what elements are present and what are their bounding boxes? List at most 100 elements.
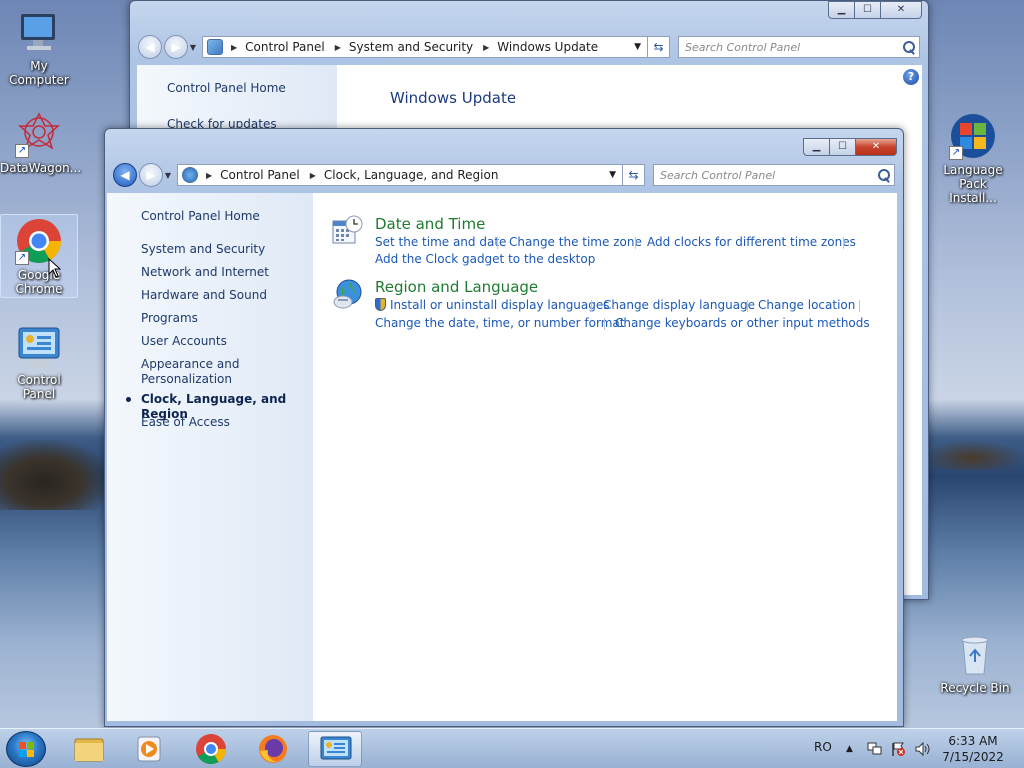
- left-pane: Control Panel Home System and Security N…: [107, 193, 313, 721]
- search-icon[interactable]: [902, 40, 915, 54]
- link-change-location[interactable]: Change location: [758, 298, 855, 312]
- link-set-time-date[interactable]: Set the time and date: [375, 235, 506, 249]
- search-input[interactable]: Search Control Panel: [653, 164, 895, 186]
- control-panel-icon: [320, 736, 352, 760]
- back-button[interactable]: ◀: [138, 35, 162, 59]
- taskbar-file-explorer[interactable]: [62, 731, 116, 767]
- forward-button[interactable]: ▶: [139, 163, 163, 187]
- link-separator: [635, 237, 636, 249]
- desktop-icon-google-chrome[interactable]: ↗ Google Chrome: [0, 214, 78, 298]
- uac-shield-icon: [375, 298, 386, 311]
- search-placeholder: Search Control Panel: [685, 40, 801, 54]
- desktop-icon-recycle-bin[interactable]: Recycle Bin: [936, 630, 1014, 695]
- address-dropdown-icon[interactable]: ▼: [627, 42, 647, 52]
- link-install-display-languages[interactable]: Install or uninstall display languages: [375, 298, 610, 312]
- window-content: Control Panel Home System and Security N…: [107, 193, 897, 721]
- start-button[interactable]: [6, 731, 46, 767]
- sidebar-item-hardware-sound[interactable]: Hardware and Sound: [141, 288, 267, 303]
- link-separator: [497, 237, 498, 249]
- window-controls: ▁ ☐ ✕: [828, 1, 922, 19]
- breadcrumb-separator: ▶: [231, 42, 238, 52]
- volume-icon[interactable]: [914, 741, 930, 757]
- clock-date: 7/15/2022: [942, 750, 1004, 764]
- media-player-icon: [137, 736, 161, 762]
- address-bar[interactable]: ▶ Control Panel ▶ Clock, Language, and R…: [177, 164, 623, 186]
- link-change-keyboards[interactable]: Change keyboards or other input methods: [615, 316, 870, 330]
- language-pack-icon: ↗: [949, 112, 997, 160]
- maximize-button[interactable]: ☐: [854, 1, 881, 19]
- action-center-icon[interactable]: [890, 741, 906, 757]
- refresh-button[interactable]: ⇆: [623, 164, 645, 186]
- navigation-bar: ◀ ▶ ▼ ▶ Control Panel ▶ Clock, Language,…: [113, 163, 895, 187]
- breadcrumb-separator: ▶: [206, 170, 213, 180]
- link-change-date-time-format[interactable]: Change the date, time, or number format: [375, 316, 624, 330]
- sidebar-item-home[interactable]: Control Panel Home: [167, 81, 286, 96]
- category-date-and-time[interactable]: Date and Time: [375, 215, 485, 233]
- control-panel-icon: [207, 39, 223, 55]
- mouse-cursor-icon: [48, 258, 62, 278]
- forward-button[interactable]: ▶: [164, 35, 188, 59]
- maximize-button[interactable]: ☐: [829, 138, 856, 156]
- link-label: Install or uninstall display languages: [390, 298, 610, 312]
- breadcrumb-control-panel[interactable]: Control Panel: [220, 168, 300, 182]
- desktop-icon-label: DataWagon...: [0, 161, 82, 175]
- close-button[interactable]: ✕: [855, 138, 897, 156]
- clock-language-region-window[interactable]: ▁ ☐ ✕ ◀ ▶ ▼ ▶ Control Panel ▶ Clock, Lan…: [104, 128, 904, 727]
- help-icon[interactable]: ?: [903, 69, 919, 85]
- current-item-bullet: [126, 397, 131, 402]
- sidebar-item-programs[interactable]: Programs: [141, 311, 198, 326]
- recycle-bin-icon: [951, 630, 999, 678]
- link-separator: [843, 237, 844, 249]
- desktop-icon-my-computer[interactable]: My Computer: [0, 8, 78, 87]
- search-icon[interactable]: [877, 168, 890, 182]
- network-icon[interactable]: [866, 741, 882, 757]
- taskbar-media-player[interactable]: [122, 731, 176, 767]
- category-region-and-language[interactable]: Region and Language: [375, 278, 538, 296]
- refresh-button[interactable]: ⇆: [648, 36, 670, 58]
- windows-flag-icon: [19, 742, 35, 758]
- minimize-button[interactable]: ▁: [828, 1, 855, 19]
- link-change-time-zone[interactable]: Change the time zone: [509, 235, 642, 249]
- address-dropdown-icon[interactable]: ▼: [602, 170, 622, 180]
- taskbar-firefox[interactable]: [246, 731, 300, 767]
- sidebar-item-personalization[interactable]: Personalization: [141, 372, 232, 387]
- link-change-display-language[interactable]: Change display language: [603, 298, 755, 312]
- desktop-icon-control-panel[interactable]: Control Panel: [0, 322, 78, 401]
- sidebar-item-ease-of-access[interactable]: Ease of Access: [141, 415, 230, 430]
- desktop-icon-datawagon[interactable]: ↗ DataWagon...: [0, 110, 82, 175]
- chrome-icon: [196, 734, 226, 765]
- recent-pages-dropdown[interactable]: ▼: [163, 171, 173, 180]
- shortcut-arrow-icon: ↗: [15, 144, 29, 158]
- computer-icon: [15, 8, 63, 56]
- system-clock[interactable]: 6:33 AM 7/15/2022: [940, 729, 1006, 768]
- search-placeholder: Search Control Panel: [660, 168, 776, 182]
- close-button[interactable]: ✕: [880, 1, 922, 19]
- link-separator: [859, 300, 860, 312]
- window-controls: ▁ ☐ ✕: [803, 129, 897, 156]
- address-bar[interactable]: ▶ Control Panel ▶ System and Security ▶ …: [202, 36, 648, 58]
- sidebar-item-user-accounts[interactable]: User Accounts: [141, 334, 227, 349]
- language-indicator[interactable]: RO: [814, 729, 832, 768]
- show-hidden-icons-button[interactable]: ▲: [846, 729, 853, 768]
- clock-time: 6:33 AM: [948, 734, 998, 748]
- search-input[interactable]: Search Control Panel: [678, 36, 920, 58]
- link-separator: [747, 300, 748, 312]
- back-button[interactable]: ◀: [113, 163, 137, 187]
- breadcrumb-system-security[interactable]: System and Security: [349, 40, 473, 54]
- desktop-icon-language-pack[interactable]: ↗ Language Pack Install...: [934, 112, 1012, 205]
- breadcrumb-control-panel[interactable]: Control Panel: [245, 40, 325, 54]
- breadcrumb-windows-update[interactable]: Windows Update: [497, 40, 598, 54]
- sidebar-item-network-internet[interactable]: Network and Internet: [141, 265, 269, 280]
- sidebar-item-appearance[interactable]: Appearance and: [141, 357, 239, 372]
- breadcrumb-clock-language-region[interactable]: Clock, Language, and Region: [324, 168, 499, 182]
- taskbar-control-panel[interactable]: [308, 731, 362, 767]
- minimize-button[interactable]: ▁: [803, 138, 830, 156]
- link-separator: [604, 318, 605, 330]
- link-add-clock-gadget[interactable]: Add the Clock gadget to the desktop: [375, 252, 595, 266]
- sidebar-item-system-security[interactable]: System and Security: [141, 242, 265, 257]
- sidebar-item-home[interactable]: Control Panel Home: [141, 209, 260, 224]
- link-add-clocks[interactable]: Add clocks for different time zones: [647, 235, 856, 249]
- recent-pages-dropdown[interactable]: ▼: [188, 43, 198, 52]
- taskbar-chrome[interactable]: [184, 731, 238, 767]
- navigation-bar: ◀ ▶ ▼ ▶ Control Panel ▶ System and Secur…: [138, 35, 920, 59]
